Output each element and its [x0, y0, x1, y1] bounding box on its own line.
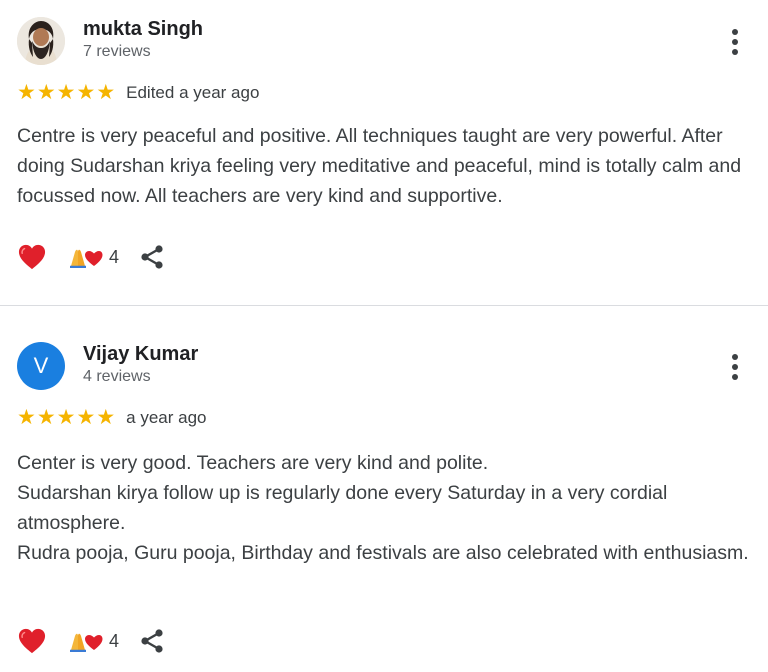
rating-row: ★ ★ ★ ★ ★ a year ago — [17, 407, 206, 429]
review-card: V Vijay Kumar 4 reviews ★ ★ ★ ★ ★ a year… — [0, 306, 768, 672]
review-time: a year ago — [126, 408, 207, 427]
reviewer-review-count: 7 reviews — [83, 43, 151, 60]
folded-hands-heart-icon — [70, 249, 103, 268]
reviewer-name[interactable]: Vijay Kumar — [83, 343, 198, 366]
review-text: Center is very good. Teachers are very k… — [17, 448, 752, 568]
star-rating: ★ ★ ★ ★ ★ — [17, 82, 116, 104]
star-icon: ★ — [17, 406, 36, 429]
reaction-count: 4 — [109, 246, 120, 267]
review-card: mukta Singh 7 reviews ★ ★ ★ ★ ★ Edited a… — [0, 0, 768, 305]
review-actions: 4 — [17, 625, 165, 657]
star-icon: ★ — [17, 81, 36, 104]
star-icon: ★ — [56, 406, 76, 429]
review-paragraph: Rudra pooja, Guru pooja, Birthday and fe… — [17, 542, 749, 564]
star-icon: ★ — [36, 406, 56, 429]
rating-row: ★ ★ ★ ★ ★ Edited a year ago — [17, 82, 259, 104]
folded-hands-heart-icon — [70, 633, 103, 652]
review-text: Centre is very peaceful and positive. Al… — [17, 121, 752, 211]
review-actions: 4 — [17, 241, 165, 273]
avatar-photo — [17, 17, 65, 65]
reaction-count: 4 — [109, 630, 120, 651]
reaction-button[interactable]: 4 — [67, 246, 119, 268]
review-paragraph: Centre is very peaceful and positive. Al… — [17, 125, 742, 207]
star-icon: ★ — [96, 81, 116, 104]
star-rating: ★ ★ ★ ★ ★ — [17, 407, 116, 429]
star-icon: ★ — [56, 81, 76, 104]
star-icon: ★ — [96, 406, 116, 429]
star-icon: ★ — [76, 406, 96, 429]
avatar[interactable] — [17, 17, 65, 65]
review-paragraph: Center is very good. Teachers are very k… — [17, 452, 489, 474]
avatar[interactable]: V — [17, 342, 65, 390]
review-time: Edited a year ago — [126, 83, 260, 102]
star-icon: ★ — [76, 81, 96, 104]
reviewer-review-count: 4 reviews — [83, 368, 151, 385]
star-icon: ★ — [36, 81, 56, 104]
avatar-letter: V — [33, 353, 49, 378]
heart-icon[interactable] — [17, 243, 47, 271]
share-icon[interactable] — [139, 244, 165, 270]
reaction-button[interactable]: 4 — [67, 630, 119, 652]
more-vert-icon — [732, 354, 738, 360]
share-icon[interactable] — [139, 628, 165, 654]
more-options-button[interactable] — [725, 352, 745, 382]
more-vert-icon — [732, 29, 738, 35]
reviewer-name[interactable]: mukta Singh — [83, 18, 203, 41]
review-paragraph: Sudarshan kirya follow up is regularly d… — [17, 482, 668, 534]
more-options-button[interactable] — [725, 27, 745, 57]
heart-icon[interactable] — [17, 627, 47, 655]
